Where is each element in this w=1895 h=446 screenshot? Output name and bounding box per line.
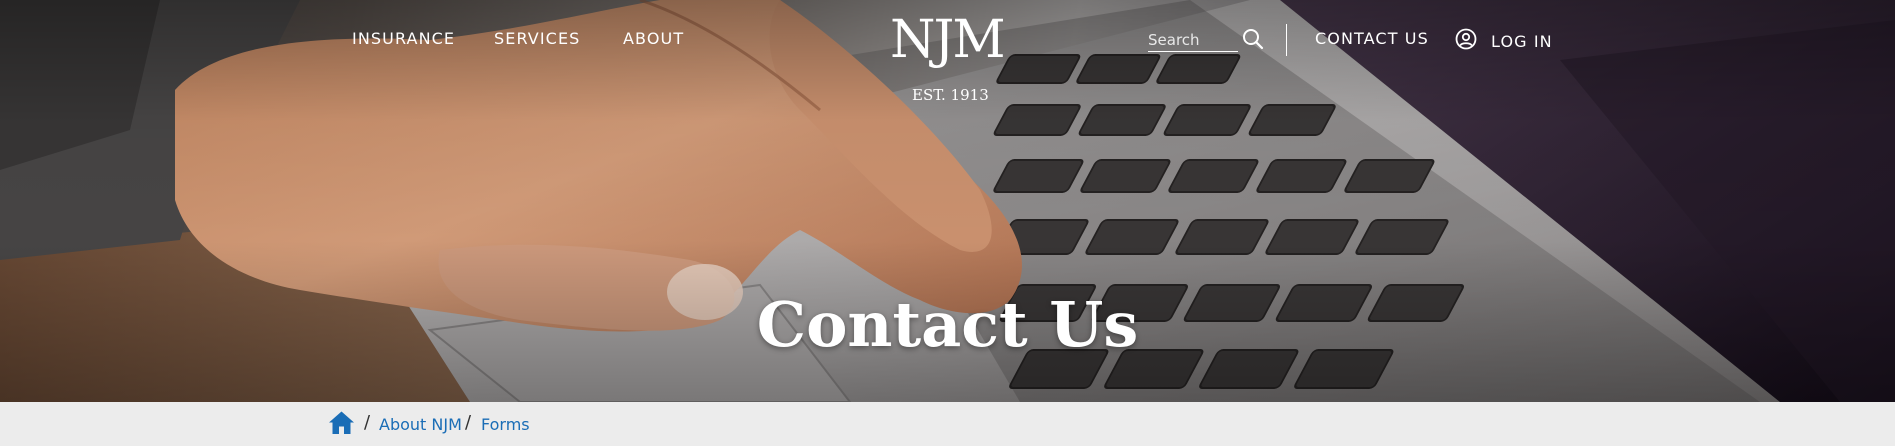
header-divider [1286, 24, 1287, 56]
breadcrumb-separator: / [465, 412, 472, 433]
nav-services[interactable]: SERVICES [494, 29, 580, 48]
nav-contact-us[interactable]: CONTACT US [1315, 29, 1429, 48]
hero-banner: INSURANCE SERVICES ABOUT NJM EST. 1913 C… [0, 0, 1895, 402]
logo-wordmark: NJM [890, 10, 1006, 70]
nav-insurance[interactable]: INSURANCE [352, 29, 455, 48]
home-icon[interactable] [328, 410, 355, 435]
breadcrumb-about-njm[interactable]: About NJM [379, 415, 462, 434]
search-icon[interactable] [1242, 28, 1264, 50]
page-title: Contact Us [756, 288, 1139, 361]
breadcrumb [0, 402, 1895, 446]
logo-tagline: EST. 1913 [912, 86, 989, 104]
user-circle-icon [1455, 28, 1477, 54]
nav-about[interactable]: ABOUT [623, 29, 684, 48]
breadcrumb-separator: / [364, 412, 371, 433]
login-button[interactable]: LOG IN [1455, 28, 1553, 54]
search-input[interactable] [1148, 28, 1238, 52]
breadcrumb-forms[interactable]: Forms [481, 415, 530, 434]
login-label: LOG IN [1491, 31, 1553, 51]
